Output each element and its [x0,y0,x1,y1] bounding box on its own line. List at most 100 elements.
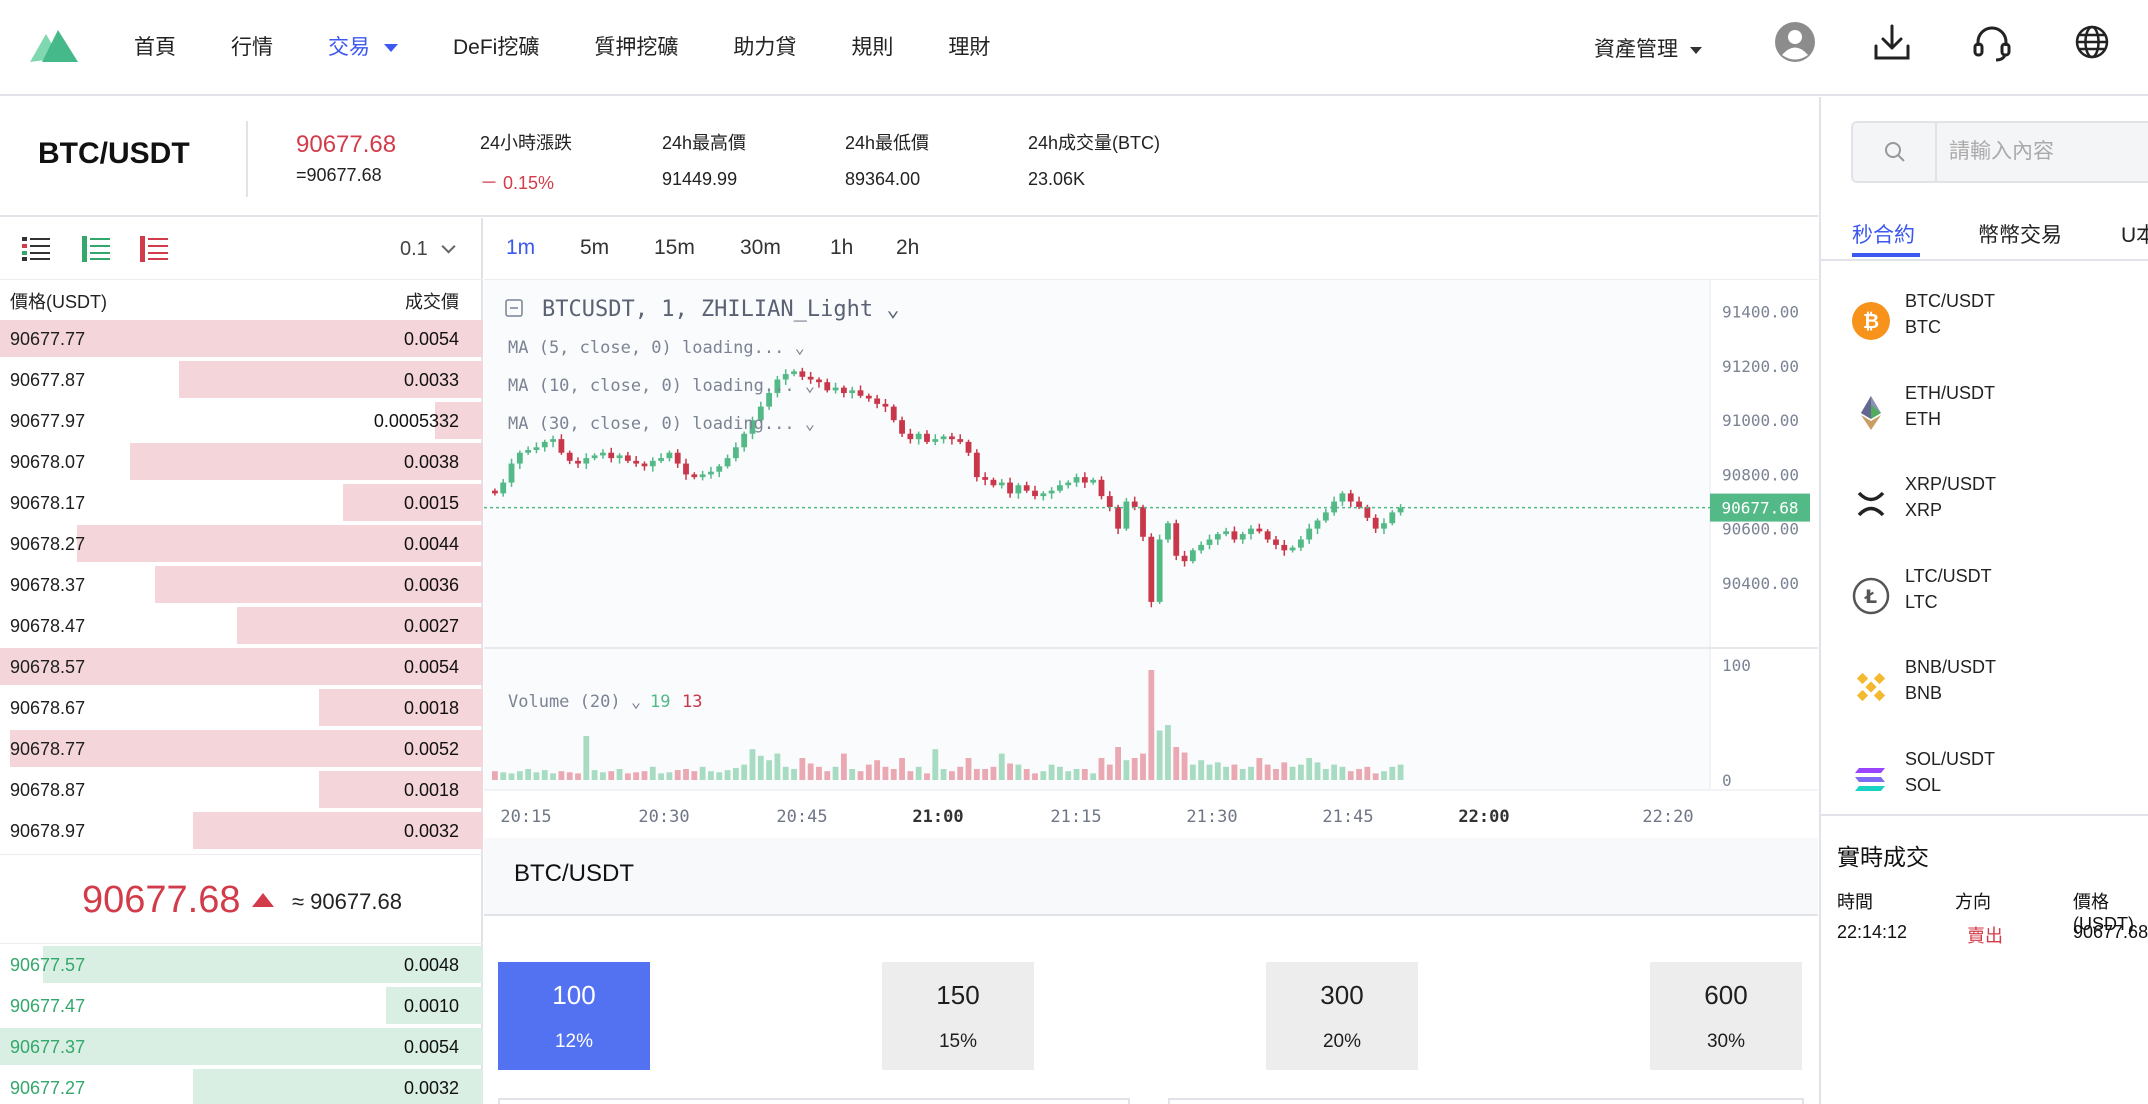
volume-bar [683,769,689,780]
volume-bar [1032,773,1038,780]
nav-item[interactable]: 首頁 [134,31,176,61]
y-tick-label: 90800.00 [1722,465,1799,484]
asset-management-menu[interactable]: 資產管理 [1594,33,1702,63]
candle-body [591,455,598,459]
market-item[interactable]: ₿ BTC/USDT BTC [1821,277,2148,369]
brand-logo[interactable] [30,28,78,64]
ask-row[interactable]: 90678.37 0.0036 [0,564,483,605]
candle-body [533,447,540,450]
candle-body [1189,550,1196,562]
duration-option[interactable]: 300 20% [1266,962,1418,1070]
ask-row[interactable]: 90678.07 0.0038 [0,441,483,482]
candle-body [508,463,515,483]
market-tab[interactable]: 幣幣交易 [1978,219,2062,249]
market-item[interactable]: XRP/USDT XRP [1821,460,2148,552]
nav-item[interactable]: 助力貸 [733,31,796,61]
search-button[interactable] [1853,123,1937,181]
ask-row[interactable]: 90678.97 0.0032 [0,810,483,851]
interval-tab[interactable]: 2h [896,236,919,260]
last-price-approx: =90677.68 [296,165,382,185]
eth-icon [1861,395,1881,430]
amount-input-right[interactable] [1168,1098,1804,1104]
market-item[interactable]: BNB/USDT BNB [1821,643,2148,735]
duration-option[interactable]: 600 30% [1650,962,1802,1070]
candle-body [1065,482,1072,486]
nav-item[interactable]: DeFi挖礦 [453,31,539,61]
bid-row[interactable]: 90677.47 0.0010 [0,985,483,1026]
interval-tab[interactable]: 5m [580,236,609,260]
indicator-label[interactable]: MA (10, close, 0) loading... ⌄ [508,376,815,396]
market-item[interactable]: ETH/USDT ETH [1821,369,2148,461]
symbol-label[interactable]: BTCUSDT, 1, ZHILIAN_Light ⌄ [542,297,900,322]
orderbook-bids-view-icon[interactable] [82,236,110,262]
nav-item[interactable]: 規則 [851,31,893,61]
volume-bar [600,772,606,780]
bid-amount: 0.0048 [403,955,459,975]
candle-body [915,433,922,440]
candlestick-chart[interactable]: 91400.00 91200.00 91000.00 90800.00 90600.00… [484,280,1818,838]
indicator-label[interactable]: MA (5, close, 0) loading... ⌄ [508,338,805,358]
duration-option[interactable]: 100 12% [498,962,650,1070]
nav-item[interactable]: 交易 [328,31,398,61]
candle-body [1214,534,1221,540]
volume-label[interactable]: Volume (20) ⌄ [508,692,641,712]
candle-body [492,490,498,494]
volume-bar [691,771,698,780]
volume-bar [932,749,939,780]
stat-high: 24h最高價 91449.99 [662,129,746,190]
interval-tab[interactable]: 15m [654,236,695,260]
nav-item[interactable]: 質押挖礦 [594,31,678,61]
bid-row[interactable]: 90677.37 0.0054 [0,1026,483,1067]
nav-item[interactable]: 理財 [948,31,990,61]
market-base: XRP [1905,500,1943,520]
precision-select[interactable]: 0.1 [400,238,456,261]
ask-row[interactable]: 90678.77 0.0052 [0,728,483,769]
ask-row[interactable]: 90678.87 0.0018 [0,769,483,810]
volume-bar [791,769,797,780]
ask-row[interactable]: 90677.97 0.0005332 [0,400,483,441]
interval-tab[interactable]: 1h [830,236,853,260]
volume-bar [724,770,731,780]
volume-bar [583,736,590,780]
market-item[interactable]: SOL/USDT SOL [1821,735,2148,827]
avatar-icon[interactable] [1773,20,1817,64]
bid-row[interactable]: 90677.57 0.0048 [0,944,483,985]
interval-tab[interactable]: 30m [740,236,781,260]
ask-row[interactable]: 90677.77 0.0054 [0,318,483,359]
volume-bar [741,764,748,780]
ask-row[interactable]: 90678.67 0.0018 [0,687,483,728]
search-input[interactable] [1949,137,2148,167]
volume-bar [732,767,739,780]
trade-side: 賣出 [1967,926,2003,946]
volume-bar [1231,764,1238,780]
volume-bar [1389,766,1396,780]
orderbook-asks-view-icon[interactable] [140,236,168,262]
ask-row[interactable]: 90678.27 0.0044 [0,523,483,564]
interval-tab[interactable]: 1m [506,236,535,260]
indicator-label[interactable]: MA (30, close, 0) loading... ⌄ [508,414,815,434]
candle-body [874,398,881,404]
duration-option[interactable]: 150 15% [882,962,1034,1070]
volume-bar [492,771,498,780]
ask-row[interactable]: 90677.87 0.0033 [0,359,483,400]
volume-bar [998,753,1005,780]
market-item[interactable]: Ł LTC/USDT LTC [1821,552,2148,644]
bid-amount: 0.0054 [403,1037,459,1057]
orderbook-both-view-icon[interactable] [22,236,50,262]
ask-price: 90677.87 [10,370,86,390]
headset-icon[interactable] [1970,20,2014,64]
download-icon[interactable] [1870,20,1914,64]
ask-amount: 0.0015 [403,493,459,513]
market-tab[interactable]: U本位 [2121,219,2148,249]
globe-icon[interactable] [2070,20,2114,64]
ask-row[interactable]: 90678.47 0.0027 [0,605,483,646]
nav-item-label: 理財 [948,36,991,59]
volume-bar [558,771,565,780]
market-tab[interactable]: 秒合約 [1852,219,1915,249]
ask-row[interactable]: 90678.57 0.0054 [0,646,483,687]
bid-row[interactable]: 90677.27 0.0032 [0,1067,483,1104]
nav-item[interactable]: 行情 [231,31,273,61]
candle-body [1098,479,1105,497]
ask-row[interactable]: 90678.17 0.0015 [0,482,483,523]
amount-input-left[interactable] [498,1098,1130,1104]
